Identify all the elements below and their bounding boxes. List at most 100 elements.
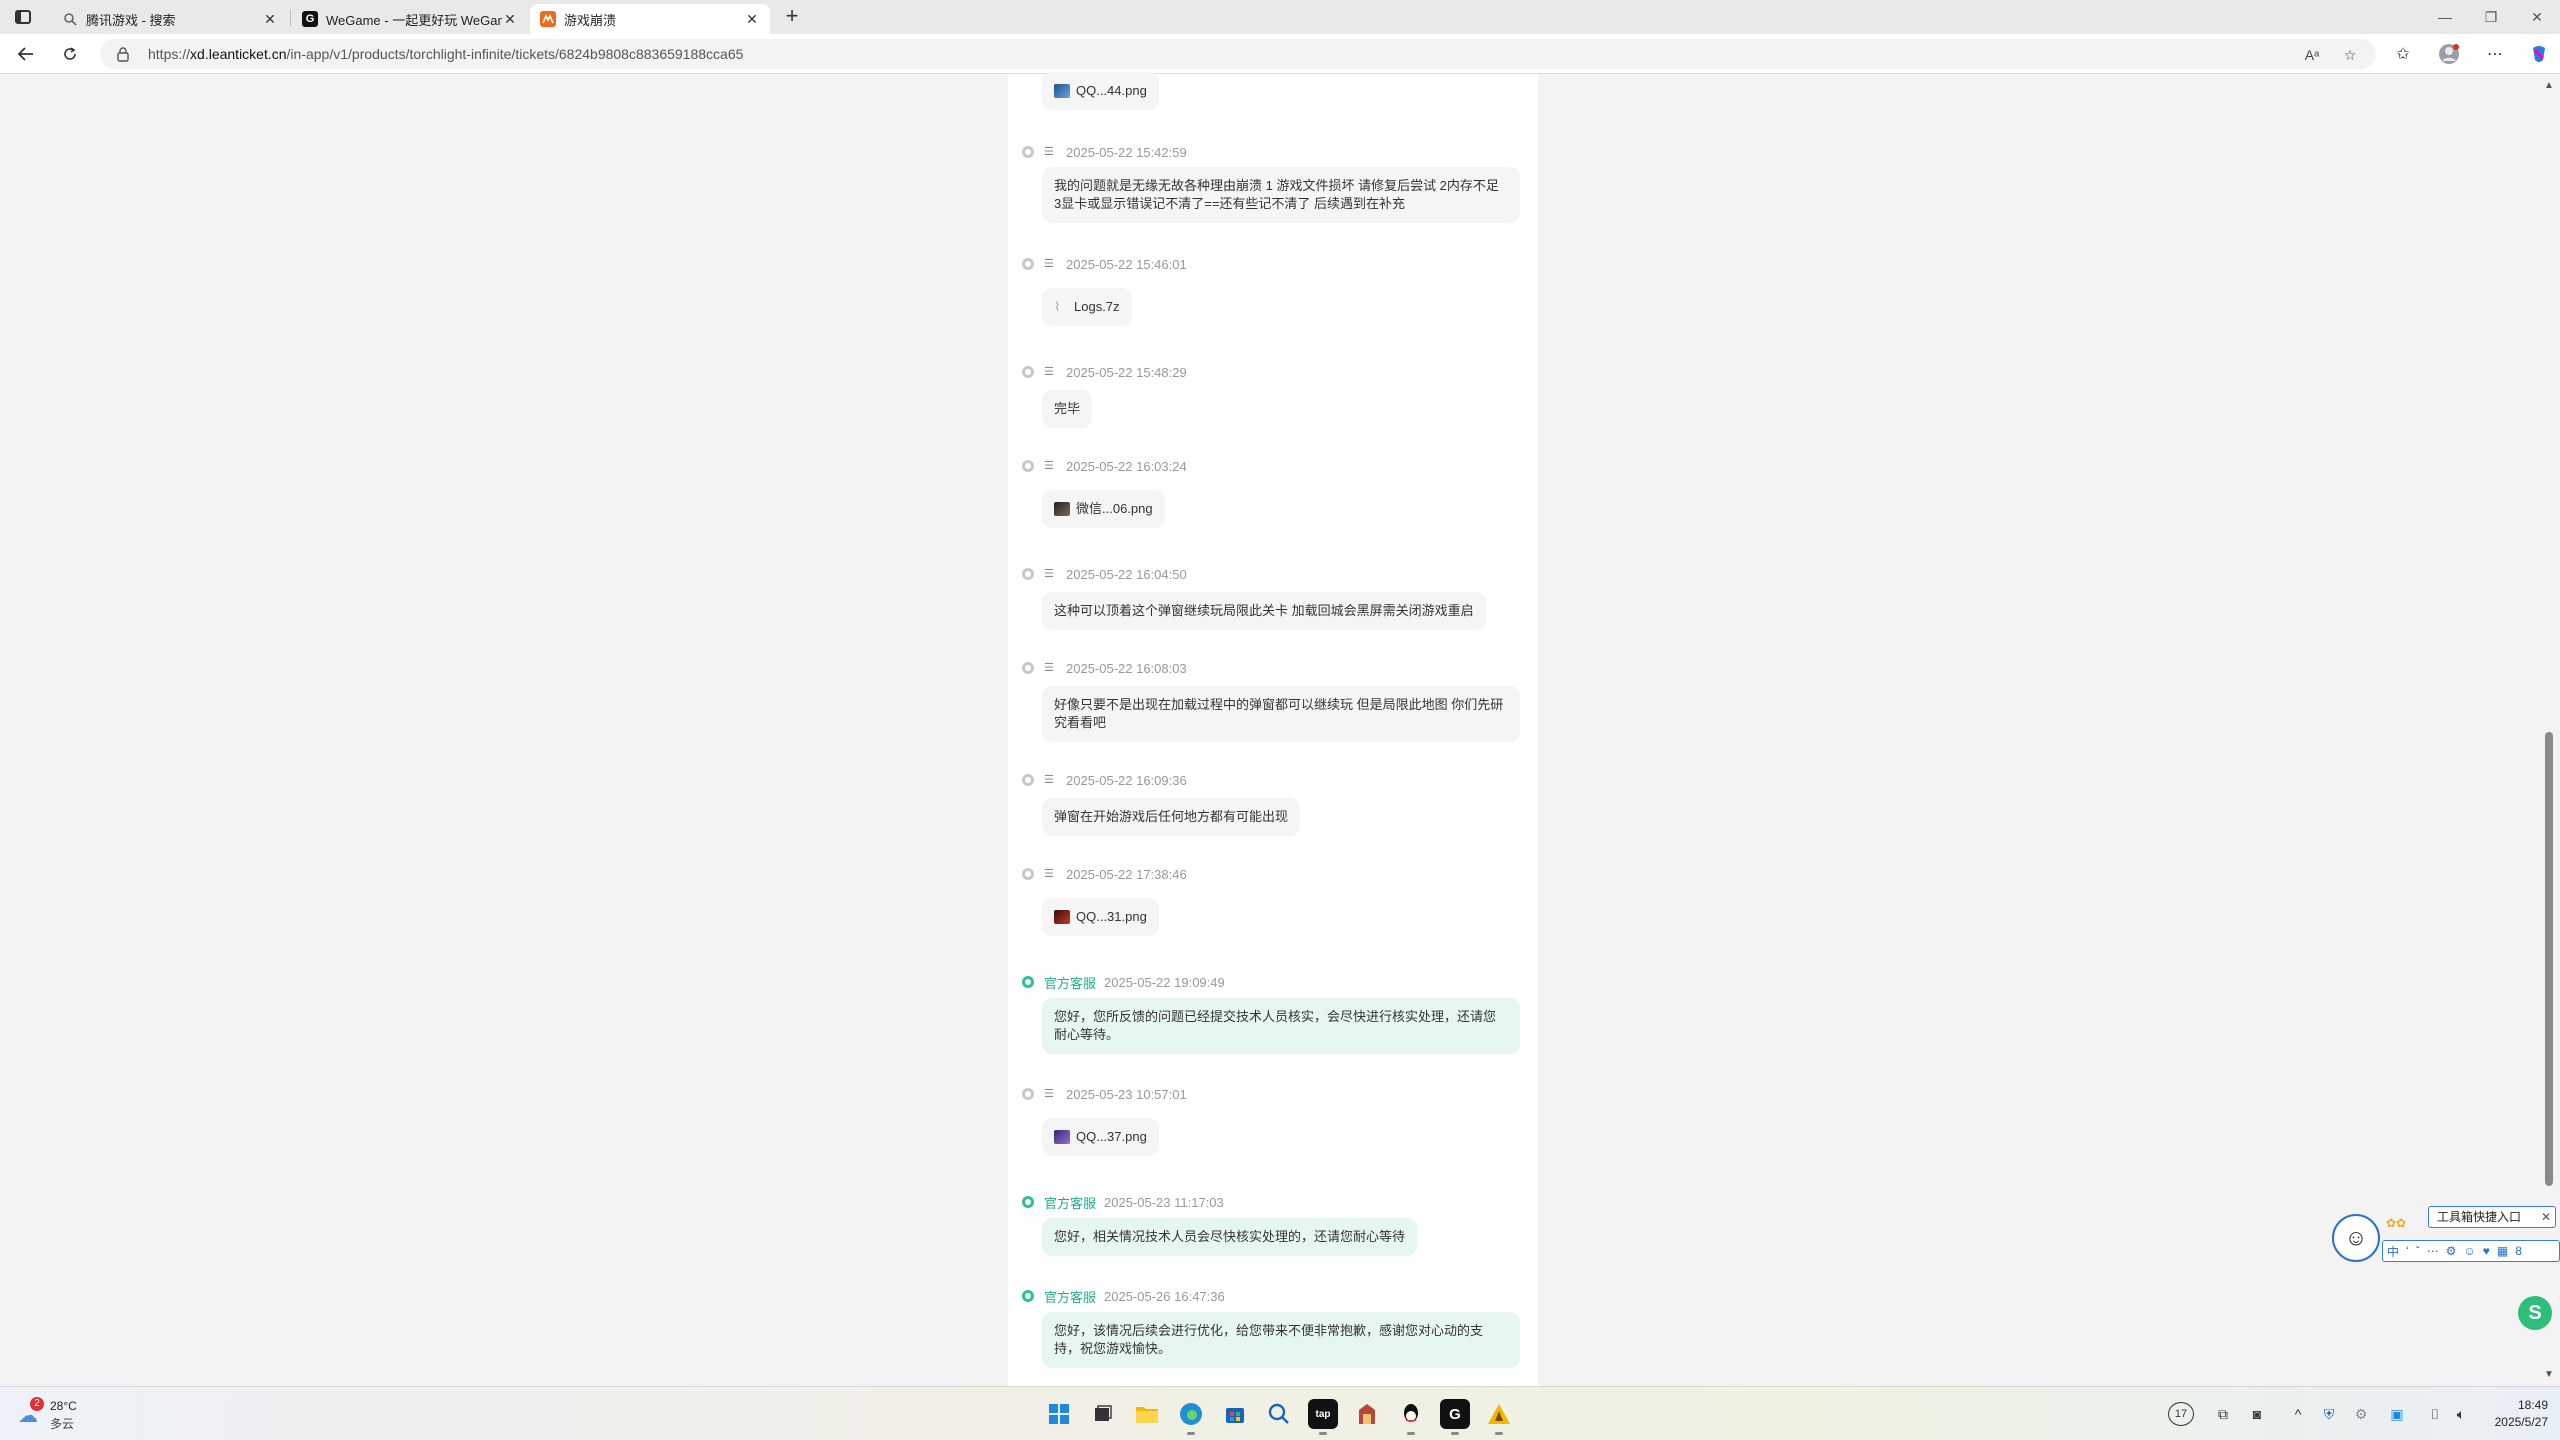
- weather-widget[interactable]: ☁ 2 28°C 多云: [18, 1397, 88, 1433]
- toolbox-item[interactable]: ▦: [2497, 1244, 2508, 1258]
- staff-message-bubble: 您好，相关情况技术人员会尽快核实处理的，还请您耐心等待: [1042, 1218, 1418, 1256]
- more-options-icon[interactable]: ⋯: [2482, 42, 2508, 66]
- attachment-bubble[interactable]: QQ...37.png: [1042, 1118, 1159, 1156]
- task-view-icon[interactable]: [1088, 1399, 1118, 1429]
- edge-browser-icon[interactable]: [1176, 1399, 1206, 1435]
- toolbox-item[interactable]: ♥: [2483, 1244, 2490, 1258]
- close-window-icon[interactable]: ✕: [2514, 0, 2560, 34]
- message-time: 2025-05-22 16:09:36: [1066, 772, 1187, 788]
- message-text: 您好，相关情况技术人员会尽快核实处理的，还请您耐心等待: [1054, 1229, 1406, 1244]
- wegame-taskbar-icon[interactable]: G: [1440, 1399, 1470, 1435]
- image-thumbnail-icon: [1054, 910, 1070, 924]
- tab-actions-icon[interactable]: [10, 7, 36, 27]
- qq-icon[interactable]: [1396, 1399, 1426, 1435]
- search-taskbar-icon[interactable]: [1264, 1399, 1294, 1429]
- snipping-tool-icon[interactable]: ⧉: [2212, 1403, 2234, 1425]
- toolbox-tip-text: 工具箱快捷入口: [2437, 1210, 2522, 1224]
- file-name: QQ...31.png: [1076, 909, 1147, 924]
- toolbox-bar: 中 ʻ ˇ ⋯ ⚙ ☺ ♥ ▦ 8: [2382, 1240, 2560, 1262]
- navigation-bar: https://xd.leanticket.cn/in-app/v1/produ…: [0, 34, 2560, 74]
- input-method-icon[interactable]: ▣: [2386, 1403, 2408, 1425]
- message-text: 您好，您所反馈的问题已经提交技术人员核实，会尽快进行核实处理，还请您耐心等待。: [1054, 1009, 1497, 1042]
- timeline-dot-icon: [1022, 258, 1034, 270]
- close-tab-icon[interactable]: ✕: [744, 11, 760, 28]
- tab-bar: 腾讯游戏 - 搜索 ✕ G WeGame - 一起更好玩 WeGame ✕ 游戏…: [0, 0, 2560, 34]
- scrollbar-thumb[interactable]: [2545, 732, 2553, 1186]
- wegame-icon: G: [302, 11, 318, 27]
- message-text: 您好，该情况后续会进行优化，给您带来不便非常抱歉，感谢您对心动的支持，祝您游戏愉…: [1054, 1323, 1484, 1356]
- message-meta: 官方客服 2025-05-22 19:09:49: [1022, 973, 1225, 991]
- new-tab-icon[interactable]: +: [780, 5, 804, 29]
- message-bubble: 好像只要不是出现在加载过程中的弹窗都可以继续玩 但是局限此地图 你们先研究看看吧: [1042, 686, 1520, 742]
- volume-icon[interactable]: 🔈︎: [2450, 1403, 2472, 1425]
- message-bubble: 这种可以顶着这个弹窗继续玩局限此关卡 加载回城会黑屏需关闭游戏重启: [1042, 592, 1486, 630]
- file-explorer-icon[interactable]: [1132, 1399, 1162, 1429]
- close-tab-icon[interactable]: ✕: [502, 11, 518, 28]
- timeline-dot-icon: [1022, 774, 1034, 786]
- leanticket-icon: [540, 11, 556, 27]
- refresh-icon[interactable]: [56, 42, 84, 66]
- security-shield-icon[interactable]: ⛨: [2318, 1403, 2340, 1425]
- minimize-icon[interactable]: —: [2422, 0, 2468, 34]
- address-bar[interactable]: https://xd.leanticket.cn/in-app/v1/produ…: [100, 39, 2376, 69]
- settings-gear-icon[interactable]: ⚙: [2350, 1403, 2372, 1425]
- assistant-fab-icon[interactable]: S: [2518, 1296, 2552, 1330]
- toolbox-item[interactable]: ⚙: [2446, 1244, 2457, 1258]
- torchlight-game-icon[interactable]: [1484, 1399, 1514, 1435]
- toolbox-item[interactable]: ☺: [2463, 1244, 2475, 1258]
- attachment-bubble[interactable]: 微信...06.png: [1042, 490, 1165, 528]
- start-menu-icon[interactable]: [1044, 1399, 1074, 1429]
- staff-name: 官方客服: [1044, 975, 1097, 991]
- attachment-bubble[interactable]: ⌇ Logs.7z: [1042, 288, 1132, 326]
- message-time: 2025-05-22 19:09:49: [1104, 974, 1225, 990]
- favorites-icon[interactable]: ✩: [2390, 42, 2416, 66]
- close-tooltip-icon[interactable]: ✕: [2541, 1207, 2551, 1227]
- scroll-down-arrow-icon[interactable]: ▼: [2544, 1369, 2554, 1380]
- message-time: 2025-05-23 10:57:01: [1066, 1086, 1187, 1102]
- copilot-icon[interactable]: [2526, 42, 2552, 66]
- toolbox-item[interactable]: 中: [2387, 1243, 2399, 1260]
- close-tab-icon[interactable]: ✕: [262, 11, 278, 28]
- message-text: 完毕: [1054, 401, 1081, 416]
- user-icon: ☰: [1044, 662, 1054, 674]
- taskbar: ☁ 2 28°C 多云 tap G 17 ⧉ ◙ ^ ⛨ ⚙ ▣ ⌷ 🔈︎ 18…: [0, 1386, 2560, 1440]
- game-launcher-icon[interactable]: [1352, 1399, 1382, 1429]
- toolbox-item[interactable]: ʻ: [2406, 1244, 2409, 1258]
- attachment-bubble[interactable]: QQ...44.png: [1042, 72, 1159, 110]
- page-scrollbar[interactable]: ▲ ▼: [2540, 74, 2560, 1386]
- show-hidden-icons-icon[interactable]: ^: [2288, 1403, 2308, 1425]
- tray-counter-icon[interactable]: 17: [2168, 1402, 2194, 1426]
- read-aloud-icon[interactable]: Aᵃ: [2302, 45, 2322, 65]
- file-name: Logs.7z: [1074, 299, 1120, 314]
- lock-icon[interactable]: [116, 46, 130, 62]
- favorite-star-icon[interactable]: ☆: [2340, 45, 2360, 65]
- taptap-icon[interactable]: tap: [1308, 1399, 1338, 1435]
- system-clock[interactable]: 18:49 2025/5/27: [2478, 1397, 2548, 1431]
- message-time: 2025-05-22 16:08:03: [1066, 660, 1187, 676]
- screenshot-app-icon[interactable]: ◙: [2246, 1403, 2268, 1425]
- user-icon: ☰: [1044, 774, 1054, 786]
- tab-wegame[interactable]: G WeGame - 一起更好玩 WeGame ✕: [292, 4, 528, 34]
- message-bubble: 我的问题就是无缘无故各种理由崩溃 1 游戏文件损坏 请修复后尝试 2内存不足 3…: [1042, 167, 1520, 223]
- restore-icon[interactable]: ❐: [2468, 0, 2514, 34]
- tab-game-crash[interactable]: 游戏崩溃 ✕: [530, 4, 770, 34]
- back-arrow-icon[interactable]: [12, 42, 40, 66]
- message-meta: ☰ 2025-05-22 16:03:24: [1022, 457, 1187, 475]
- microsoft-store-icon[interactable]: [1220, 1399, 1250, 1429]
- user-icon: ☰: [1044, 460, 1054, 472]
- image-thumbnail-icon: [1054, 84, 1070, 98]
- scroll-up-arrow-icon[interactable]: ▲: [2544, 80, 2554, 91]
- toolbox-item[interactable]: ˇ: [2416, 1244, 2420, 1258]
- message-time: 2025-05-26 16:47:36: [1104, 1288, 1225, 1304]
- image-thumbnail-icon: [1054, 1130, 1070, 1144]
- network-icon[interactable]: ⌷: [2424, 1403, 2446, 1425]
- toolbox-avatar-icon[interactable]: ☺: [2332, 1214, 2380, 1262]
- attachment-bubble[interactable]: QQ...31.png: [1042, 898, 1159, 936]
- tab-tencent-search[interactable]: 腾讯游戏 - 搜索 ✕: [52, 4, 288, 34]
- clock-date: 2025/5/27: [2494, 1415, 2548, 1429]
- toolbox-item[interactable]: 8: [2515, 1244, 2522, 1258]
- file-name: 微信...06.png: [1076, 501, 1153, 516]
- user-icon: ☰: [1044, 258, 1054, 270]
- toolbox-item[interactable]: ⋯: [2427, 1244, 2439, 1258]
- profile-avatar-icon[interactable]: [2436, 42, 2462, 66]
